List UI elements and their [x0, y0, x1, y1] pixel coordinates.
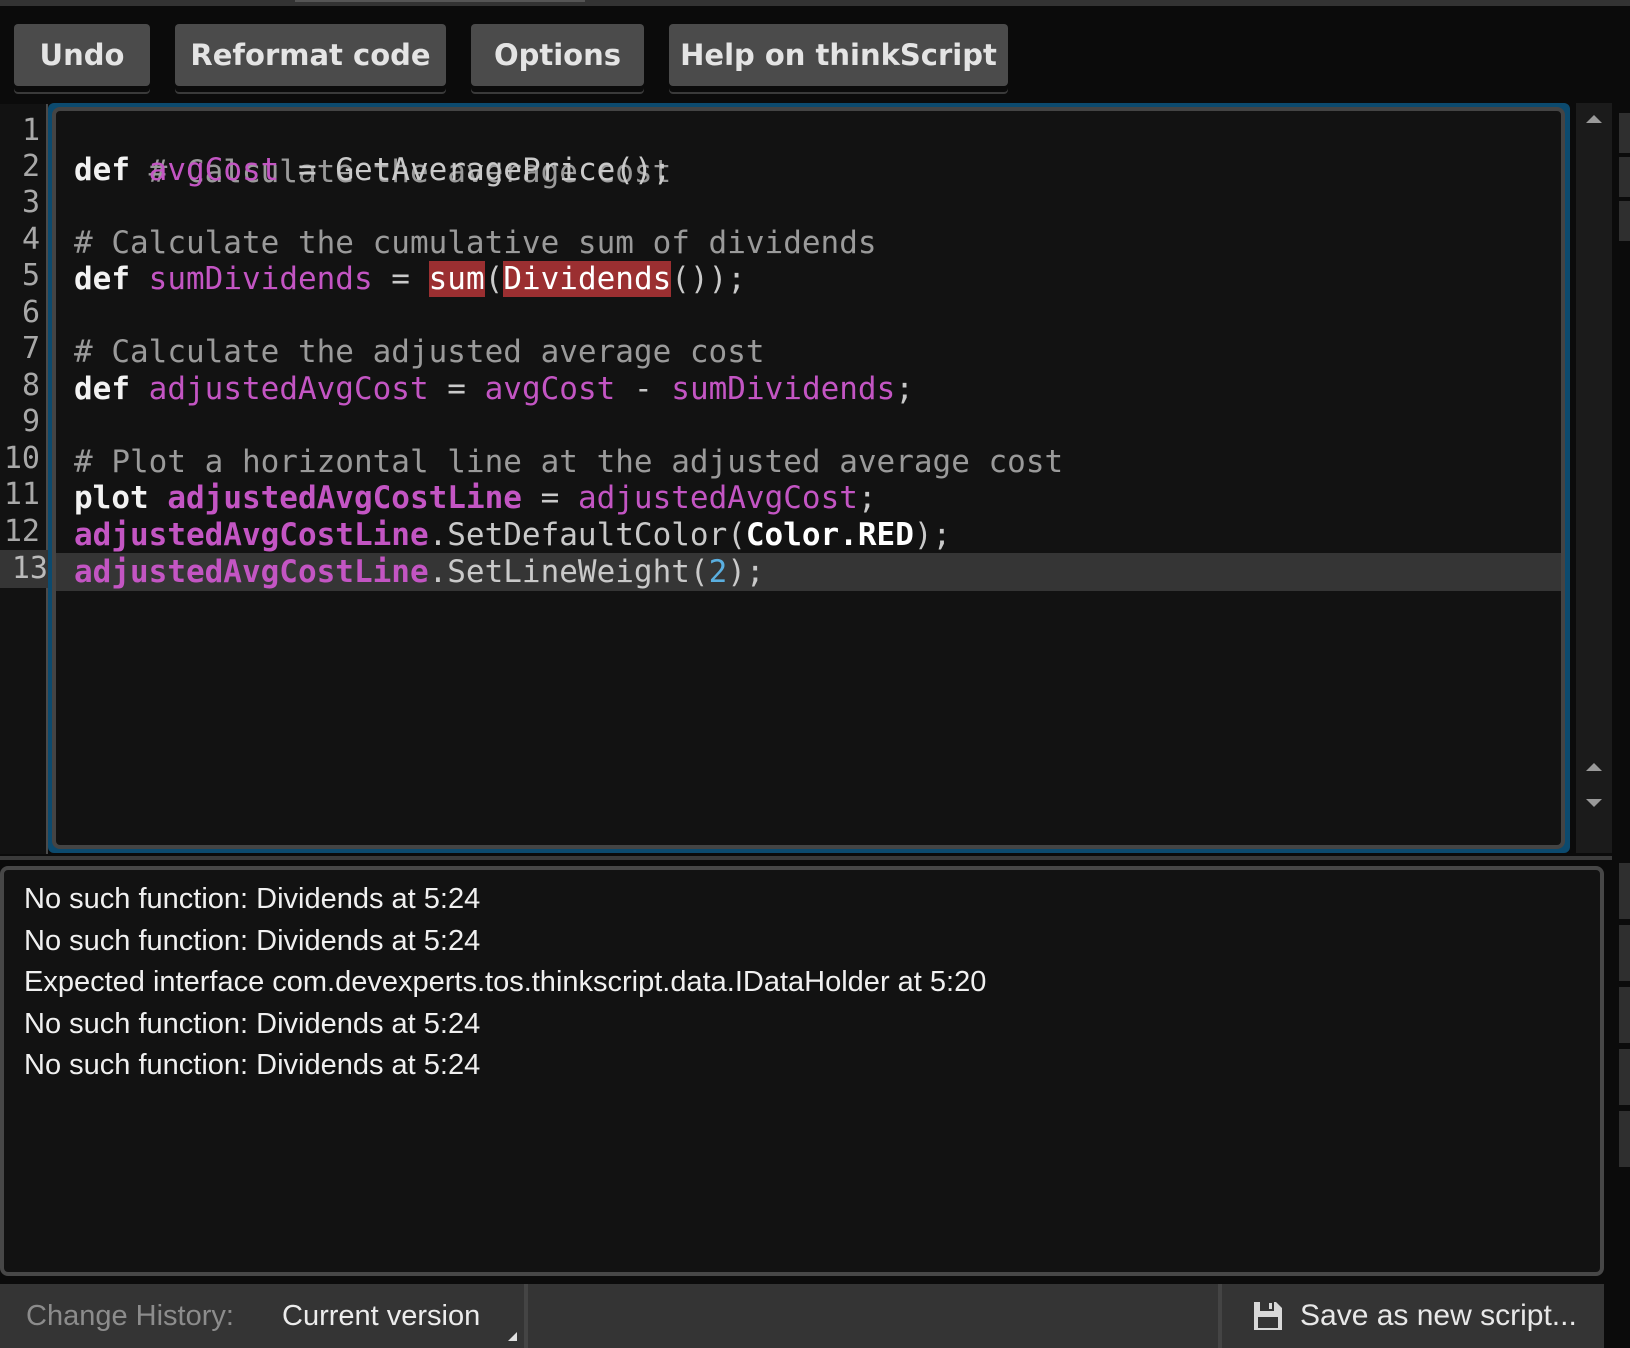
code-line-1[interactable]: # Calculate the average cost [56, 115, 1561, 190]
line-number-gutter: 1 2 3 4 5 6 7 8 9 10 11 12 13 [0, 104, 56, 854]
paren: ()); [671, 261, 746, 297]
plot-identifier: adjustedAvgCostLine [74, 554, 429, 590]
save-as-new-script-button[interactable]: Save as new script... [1252, 1284, 1577, 1348]
semicolon: ; [857, 480, 877, 516]
error-message: No such function: Dividends at 5:24 [24, 925, 481, 957]
paren: ); [727, 554, 765, 590]
help-on-thinkscript-button[interactable]: Help on thinkScript [669, 24, 1008, 86]
line-number: 5 [21, 258, 40, 293]
keyword: def [74, 371, 130, 407]
paren: ( [484, 261, 504, 297]
line-number: 2 [21, 149, 40, 184]
plot-identifier: adjustedAvgCostLine [167, 480, 522, 516]
code-line-5[interactable]: def sumDividends = sum(Dividends()); [56, 260, 1561, 298]
code-line-11[interactable]: plot adjustedAvgCostLine = adjustedAvgCo… [56, 479, 1561, 517]
status-bar: Change History: Current version Save as … [0, 1284, 1604, 1348]
identifier: adjustedAvgCost [148, 371, 429, 407]
code-line-12[interactable]: adjustedAvgCostLine.SetDefaultColor(Colo… [56, 516, 1561, 554]
code-editor[interactable]: # Calculate the average cost def avgCost… [52, 107, 1565, 849]
side-tab[interactable] [1619, 1111, 1630, 1167]
line-number: 8 [21, 368, 40, 403]
code-line-7[interactable]: # Calculate the adjusted average cost [56, 333, 1561, 371]
line-number: 10 [3, 441, 40, 476]
code-line-8[interactable]: def adjustedAvgCost = avgCost - sumDivid… [56, 370, 1561, 408]
operator: = [372, 261, 429, 297]
comment: # Calculate the cumulative sum of divide… [74, 225, 877, 261]
identifier: sumDividends [671, 371, 896, 407]
side-tab[interactable] [1619, 157, 1630, 197]
identifier: avgCost [148, 152, 280, 188]
paren: ); [913, 517, 952, 553]
function-call: GetAveragePrice(); [335, 152, 672, 188]
scroll-up-arrow-icon[interactable] [1586, 763, 1602, 771]
error-console: No such function: Dividends at 5:24 No s… [0, 866, 1604, 1276]
identifier: sumDividends [148, 261, 373, 297]
change-history-label: Change History: [26, 1300, 234, 1332]
divider [524, 1284, 528, 1348]
line-number: 7 [21, 331, 40, 366]
reformat-code-button[interactable]: Reformat code [175, 24, 446, 86]
operator: - [615, 371, 672, 407]
line-number: 3 [21, 185, 40, 220]
editor-toolbar: Undo Reformat code Options Help on think… [0, 6, 1630, 102]
operator: = [521, 480, 578, 516]
comment: # Plot a horizontal line at the adjusted… [74, 444, 1064, 480]
line-number: 9 [21, 404, 40, 439]
side-tab[interactable] [1619, 201, 1630, 241]
save-as-new-script-label: Save as new script... [1300, 1299, 1577, 1332]
side-tab[interactable] [1619, 987, 1630, 1043]
active-tab-indicator[interactable] [295, 0, 585, 2]
panel-splitter[interactable] [0, 856, 1612, 860]
operator: = [279, 152, 336, 188]
line-number: 6 [21, 295, 40, 330]
dropdown-corner-icon [508, 1332, 517, 1341]
options-button[interactable]: Options [471, 24, 644, 86]
side-tab[interactable] [1619, 863, 1630, 919]
method-call: .SetDefaultColor( [428, 517, 746, 553]
divider [1218, 1284, 1222, 1348]
error-message: No such function: Dividends at 5:24 [24, 1008, 481, 1040]
code-line-9[interactable] [56, 406, 1561, 444]
line-number: 11 [3, 477, 40, 512]
code-line-6[interactable] [56, 297, 1561, 335]
undo-button[interactable]: Undo [14, 24, 150, 86]
method-call: .SetLineWeight( [428, 554, 709, 590]
semicolon: ; [895, 371, 914, 407]
change-history-dropdown[interactable]: Current version [282, 1284, 480, 1348]
right-side-panel-edge [1615, 103, 1630, 1348]
constant: Color.RED [745, 517, 914, 553]
scroll-down-arrow-icon[interactable] [1586, 799, 1602, 807]
line-number: 4 [21, 222, 40, 257]
code-line-4[interactable]: # Calculate the cumulative sum of divide… [56, 224, 1561, 262]
side-tab[interactable] [1619, 113, 1630, 153]
line-number: 1 [21, 113, 40, 148]
identifier: adjustedAvgCost [577, 480, 858, 516]
floppy-disk-icon [1254, 1302, 1282, 1330]
code-line-2[interactable]: def avgCost = GetAveragePrice(); [56, 151, 1561, 189]
side-tab[interactable] [1619, 925, 1630, 981]
error-message: No such function: Dividends at 5:24 [24, 883, 481, 915]
side-tab[interactable] [1619, 1049, 1630, 1105]
keyword: def [74, 261, 130, 297]
scroll-up-arrow-icon[interactable] [1586, 115, 1602, 123]
keyword: def [74, 152, 130, 188]
code-line-13-current[interactable]: adjustedAvgCostLine.SetLineWeight(2); [56, 553, 1561, 591]
operator: = [428, 371, 485, 407]
error-highlight-sum[interactable]: sum [428, 261, 485, 297]
code-line-3[interactable] [56, 187, 1561, 225]
number-literal: 2 [708, 554, 728, 590]
error-highlight-dividends[interactable]: Dividends [503, 261, 672, 297]
comment: # Calculate the adjusted average cost [74, 334, 765, 370]
identifier: avgCost [484, 371, 616, 407]
code-line-10[interactable]: # Plot a horizontal line at the adjusted… [56, 443, 1561, 481]
editor-vertical-scrollbar[interactable] [1576, 103, 1612, 853]
line-number: 12 [3, 514, 40, 549]
error-message: Expected interface com.devexperts.tos.th… [24, 966, 987, 998]
plot-identifier: adjustedAvgCostLine [74, 517, 429, 553]
error-message: No such function: Dividends at 5:24 [24, 1049, 481, 1081]
keyword: plot [74, 480, 149, 516]
